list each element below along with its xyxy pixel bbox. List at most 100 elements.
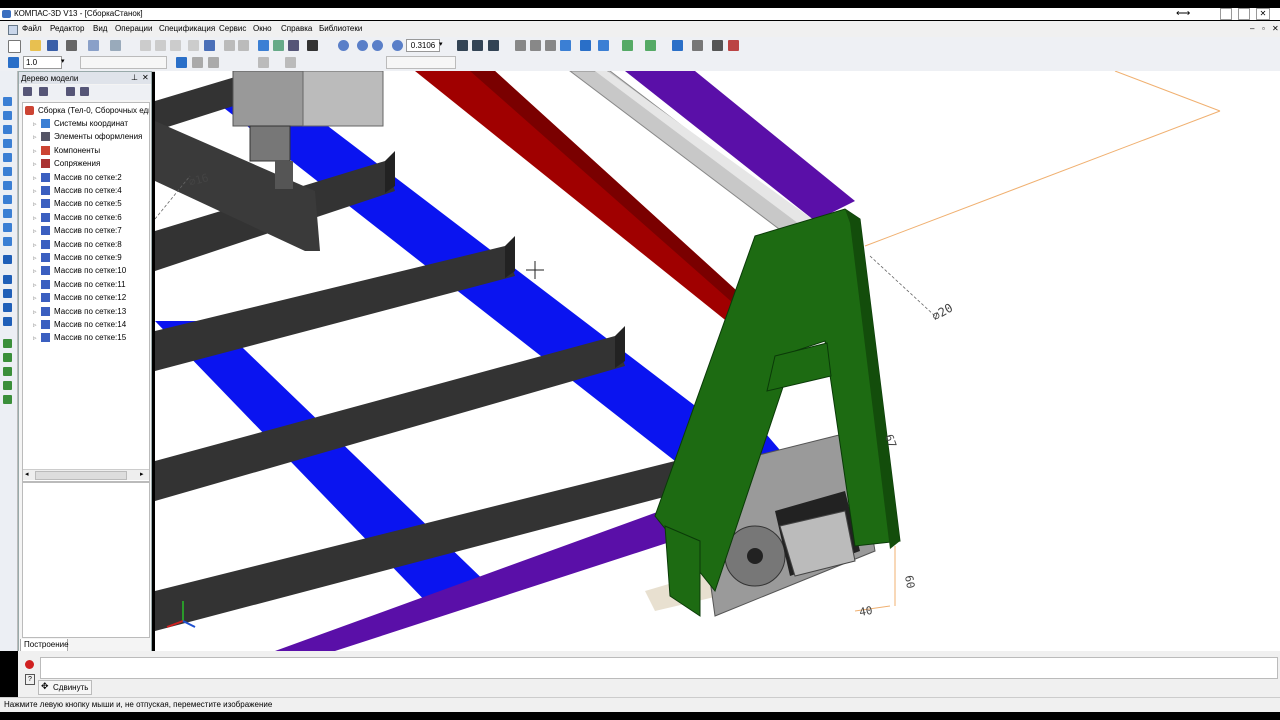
annotations-icon[interactable] (3, 181, 12, 190)
edit-component-icon[interactable] (192, 57, 203, 68)
menu-service[interactable]: Сервис (219, 24, 246, 33)
dim-60[interactable]: 60 (902, 574, 917, 589)
zoom-out-icon[interactable] (372, 40, 383, 51)
maximize-button[interactable] (1238, 8, 1250, 20)
scroll-left-icon[interactable]: ◂ (25, 470, 29, 478)
aux-geometry-icon[interactable] (3, 153, 12, 162)
menu-operations[interactable]: Операции (115, 24, 152, 33)
open-icon[interactable] (30, 40, 41, 51)
wireframe-icon[interactable] (515, 40, 526, 51)
stop-icon[interactable] (25, 660, 34, 669)
tree-hscroll[interactable]: ◂ ▸ (23, 469, 149, 480)
state-field[interactable] (80, 56, 167, 69)
library-icon[interactable] (204, 40, 215, 51)
weld-icon[interactable] (3, 275, 12, 284)
shaded-icon[interactable] (560, 40, 571, 51)
tree-item[interactable]: ▹ Массив по сетке:14 (33, 320, 126, 333)
zoom-value-field[interactable]: 0.3106 (406, 39, 440, 52)
sketch-icon[interactable] (176, 57, 187, 68)
tree-item[interactable]: ▹ Массив по сетке:13 (33, 306, 126, 320)
doc-close-button[interactable]: ✕ (1272, 24, 1279, 33)
menu-help[interactable]: Справка (281, 24, 312, 33)
no-hidden-lines-icon[interactable] (545, 40, 556, 51)
menu-libraries[interactable]: Библиотеки (319, 24, 362, 33)
edit-assembly-icon[interactable] (3, 97, 12, 106)
sheet-metal-icon[interactable] (3, 255, 12, 264)
menu-specification[interactable]: Спецификация (159, 24, 215, 33)
expand-arrow-icon[interactable]: ▹ (33, 200, 41, 208)
expand-arrow-icon[interactable]: ▹ (33, 120, 41, 128)
doc-restore-button[interactable]: ▫ (1262, 24, 1265, 33)
tree-filter-icon[interactable] (80, 87, 89, 96)
expand-arrow-icon[interactable]: ▹ (33, 321, 41, 329)
pan-button[interactable]: ✥ Сдвинуть (38, 680, 92, 695)
expand-arrow-icon[interactable]: ▹ (33, 281, 41, 289)
expand-arrow-icon[interactable]: ▹ (33, 187, 41, 195)
render-icon[interactable] (3, 381, 12, 390)
undo-icon[interactable] (224, 40, 235, 51)
scroll-thumb[interactable] (35, 471, 127, 480)
expand-arrow-icon[interactable]: ▹ (33, 267, 41, 275)
tree-item[interactable]: ▹ Массив по сетке:9 (33, 253, 122, 266)
expand-arrow-icon[interactable]: ▹ (33, 214, 41, 222)
scroll-right-icon[interactable]: ▸ (140, 470, 144, 478)
expand-arrow-icon[interactable]: ▹ (33, 308, 41, 316)
frame-icon[interactable] (3, 317, 12, 326)
3d-viewport[interactable]: ⌀16 ⌀20 67 60 40 (155, 71, 1280, 651)
expand-arrow-icon[interactable]: ▹ (33, 133, 41, 141)
orient-icon[interactable] (488, 40, 499, 51)
surfaces-icon[interactable] (3, 125, 12, 134)
tree-structure-icon[interactable] (23, 87, 32, 96)
analysis-icon[interactable] (3, 367, 12, 376)
pipes-icon[interactable] (3, 289, 12, 298)
filter-icon[interactable] (273, 40, 284, 51)
new-document-icon[interactable] (8, 40, 21, 53)
axis-icon[interactable] (645, 40, 656, 51)
expand-arrow-icon[interactable]: ▹ (33, 294, 41, 302)
step-field[interactable]: 1.0 (23, 56, 62, 69)
arrays-icon[interactable] (3, 139, 12, 148)
panel-close-icon[interactable]: ✕ (142, 73, 149, 82)
tree-view-mode-icon[interactable] (39, 87, 48, 96)
expand-arrow-icon[interactable]: ▹ (33, 160, 41, 168)
zoom-window-icon[interactable] (338, 40, 349, 51)
drawing-icon[interactable] (3, 339, 12, 348)
tree-item[interactable]: ▹ Массив по сетке:8 (33, 239, 122, 253)
filter-tool-icon[interactable] (3, 223, 12, 232)
variables-icon[interactable] (288, 40, 299, 51)
redo-icon[interactable] (238, 40, 249, 51)
rebuild-icon[interactable] (672, 40, 683, 51)
expand-arrow-icon[interactable]: ▹ (33, 147, 41, 155)
measure-tool-icon[interactable] (3, 209, 12, 218)
tree-sort-icon[interactable] (66, 87, 75, 96)
spatial-curves-icon[interactable] (3, 111, 12, 120)
help-pointer-icon[interactable] (307, 40, 318, 51)
copy-icon[interactable] (155, 40, 166, 51)
dim-40[interactable]: 40 (858, 604, 873, 619)
properties-icon[interactable] (110, 40, 121, 51)
rotate-icon[interactable] (472, 40, 483, 51)
snap-icon[interactable] (285, 57, 296, 68)
zoom-scale-icon[interactable] (392, 40, 403, 51)
doc-minimize-button[interactable]: ‒ (1250, 24, 1254, 33)
perspective-icon[interactable] (598, 40, 609, 51)
menu-file[interactable]: Файл (22, 24, 42, 33)
help-icon[interactable]: ? (25, 674, 35, 685)
print-icon[interactable] (66, 40, 77, 51)
format-icon[interactable] (188, 40, 199, 51)
cut-icon[interactable] (140, 40, 151, 51)
tree-item[interactable]: ▹ Массив по сетке:2 (33, 172, 122, 186)
expand-arrow-icon[interactable]: ▹ (33, 254, 41, 262)
tree-item[interactable]: ▹ Массив по сетке:12 (33, 293, 126, 306)
tree-item[interactable]: ▹ Элементы оформления (33, 132, 142, 145)
expand-arrow-icon[interactable]: ▹ (33, 241, 41, 249)
ortho-field[interactable] (386, 56, 456, 69)
shaded-edges-icon[interactable] (580, 40, 591, 51)
local-cs-icon[interactable] (8, 57, 19, 68)
expand-arrow-icon[interactable]: ▹ (33, 174, 41, 182)
cable-icon[interactable] (3, 303, 12, 312)
section-icon[interactable] (622, 40, 633, 51)
library-tool-icon[interactable] (3, 237, 12, 246)
specification-icon[interactable] (3, 195, 12, 204)
hidden-lines-icon[interactable] (530, 40, 541, 51)
